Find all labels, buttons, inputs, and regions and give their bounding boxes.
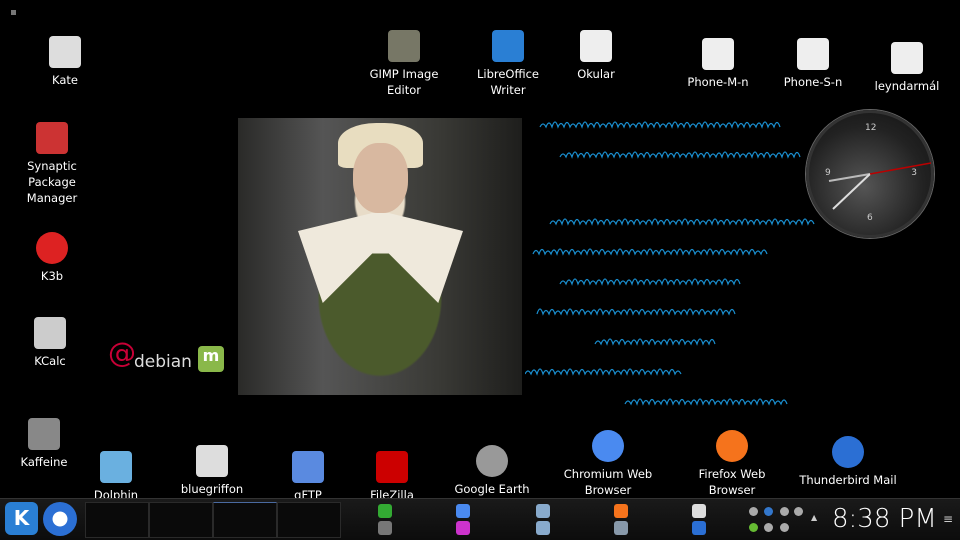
- firefox-launcher-icon[interactable]: [614, 504, 628, 518]
- taskbar: K ▲ 8:38 PM ≡: [0, 498, 960, 540]
- tengwar-line: [532, 248, 768, 256]
- thunderbird-launcher[interactable]: [43, 502, 77, 536]
- desktop-icon-label: leyndarmál: [874, 79, 940, 93]
- synaptic-icon: [36, 122, 68, 154]
- thunderbird-icon: [832, 436, 864, 468]
- desktop-corner-handle[interactable]: [11, 10, 16, 15]
- desktop-icon-label: GIMP Image Editor: [369, 67, 439, 97]
- desktop-icon-label: Thunderbird Mail: [799, 473, 897, 487]
- tengwar-line: [624, 398, 788, 406]
- kde-menu-button[interactable]: K: [5, 502, 38, 535]
- tengwar-line: [549, 218, 815, 226]
- tray-circle-icon[interactable]: [749, 507, 758, 516]
- pager-desktop-3[interactable]: [213, 502, 277, 538]
- desktop-icon-label: Chromium Web Browser: [563, 467, 653, 497]
- pager-desktop-1[interactable]: [85, 502, 149, 538]
- desktop-icon-label: Google Earth: [454, 482, 530, 496]
- debian-swirl-icon: @: [108, 336, 136, 369]
- network-launcher-icon[interactable]: [614, 521, 628, 535]
- desktop-icon-okular[interactable]: Okular: [546, 30, 646, 82]
- tray-volume-icon[interactable]: [794, 507, 803, 516]
- clock-second-hand: [869, 162, 931, 175]
- analog-clock-widget: 12 3 6 9: [806, 110, 934, 238]
- dolphin-icon: [100, 451, 132, 483]
- gimp-launcher-icon[interactable]: [378, 521, 392, 535]
- desktop-icon-google-earth[interactable]: Google Earth: [442, 445, 542, 497]
- tengwar-line: [559, 151, 801, 159]
- pager-desktop-4[interactable]: [277, 502, 341, 538]
- desktop-icon-libreoffice-writer[interactable]: LibreOffice Writer: [458, 30, 558, 98]
- desktop-icon-label: Phone-M-n: [687, 75, 749, 89]
- desktop-icon-label: Okular: [577, 67, 615, 81]
- desktop-icon-gimp-image-editor[interactable]: GIMP Image Editor: [354, 30, 454, 98]
- tengwar-line: [525, 368, 682, 376]
- tray-shield-icon[interactable]: [749, 523, 758, 532]
- desktop-icon-phone-s-n[interactable]: Phone-S-n: [763, 38, 863, 90]
- desktop-icon-synaptic-package-manager[interactable]: Synaptic Package Manager: [2, 122, 102, 206]
- desktop-icon-label: Phone-S-n: [783, 75, 843, 89]
- digital-clock[interactable]: 8:38 PM: [832, 504, 937, 534]
- kaffeine-icon: [28, 418, 60, 450]
- desktop-icon-filezilla[interactable]: FileZilla: [342, 451, 442, 503]
- terminal-doc-icon: [196, 445, 228, 477]
- desktop-icon-label: KCalc: [34, 354, 66, 368]
- panel-menu-button[interactable]: ≡: [943, 512, 953, 526]
- desktop-icon-k3b[interactable]: K3b: [2, 232, 102, 284]
- desktop-icon-chromium-web-browser[interactable]: Chromium Web Browser: [558, 430, 658, 498]
- google-earth-icon: [476, 445, 508, 477]
- chromium-icon: [592, 430, 624, 462]
- kate-icon: [49, 36, 81, 68]
- tengwar-line: [559, 278, 741, 286]
- filezilla-icon: [376, 451, 408, 483]
- pager-desktop-2[interactable]: [149, 502, 213, 538]
- k3b-icon: [36, 232, 68, 264]
- cinnamon-launcher-icon[interactable]: [378, 504, 392, 518]
- debian-text: debian: [134, 352, 192, 372]
- mint-logo: m: [198, 346, 224, 372]
- document-icon: [891, 42, 923, 74]
- desktop-icon-label: Kate: [52, 73, 78, 87]
- desktop-icon-phone-m-n[interactable]: Phone-M-n: [668, 38, 768, 90]
- kate-launcher-icon[interactable]: [692, 504, 706, 518]
- desktop-icon-leyndarm-l[interactable]: leyndarmál: [857, 42, 957, 94]
- calc-launcher-icon[interactable]: [536, 521, 550, 535]
- desktop-icon-label: LibreOffice Writer: [476, 67, 540, 97]
- tengwar-line: [594, 338, 716, 346]
- document-icon: [702, 38, 734, 70]
- desktop-icon-thunderbird-mail[interactable]: Thunderbird Mail: [798, 436, 898, 488]
- tengwar-line: [536, 308, 736, 316]
- tray-expand-button[interactable]: ▲: [811, 513, 817, 522]
- tengwar-text-widget: [525, 121, 815, 406]
- desktop-icon-kcalc[interactable]: KCalc: [0, 317, 100, 369]
- desktop-icon-firefox-web-browser[interactable]: Firefox Web Browser: [682, 430, 782, 498]
- gimp-icon: [388, 30, 420, 62]
- tray-user-icon[interactable]: [764, 523, 773, 532]
- okular-launcher-icon[interactable]: [456, 521, 470, 535]
- firefox-icon: [716, 430, 748, 462]
- desktop-icon-label: Firefox Web Browser: [698, 467, 766, 497]
- debian-mint-logo: @ debian m: [108, 336, 224, 378]
- tengwar-line: [539, 121, 781, 129]
- thunderbird-launcher-icon[interactable]: [692, 521, 706, 535]
- chromium-launcher-icon[interactable]: [456, 504, 470, 518]
- writer-launcher-icon[interactable]: [536, 504, 550, 518]
- desktop-icon-label: K3b: [40, 269, 64, 283]
- desktop-icon-dolphin[interactable]: Dolphin: [66, 451, 166, 503]
- desktop-icon-label: bluegriffon: [180, 482, 244, 496]
- document-icon: [797, 38, 829, 70]
- okular-icon: [580, 30, 612, 62]
- gftp-icon: [292, 451, 324, 483]
- desktop-icon-label: Synaptic Package Manager: [26, 159, 78, 205]
- desktop-icon-kate[interactable]: Kate: [15, 36, 115, 88]
- tray-scissors-icon[interactable]: [780, 523, 789, 532]
- desktop-icon-bluegriffon[interactable]: bluegriffon: [162, 445, 262, 497]
- desktop-photo-widget: [238, 118, 522, 395]
- tray-network-icon[interactable]: [780, 507, 789, 516]
- tray-hp-icon[interactable]: [764, 507, 773, 516]
- writer-icon: [492, 30, 524, 62]
- kcalc-icon: [34, 317, 66, 349]
